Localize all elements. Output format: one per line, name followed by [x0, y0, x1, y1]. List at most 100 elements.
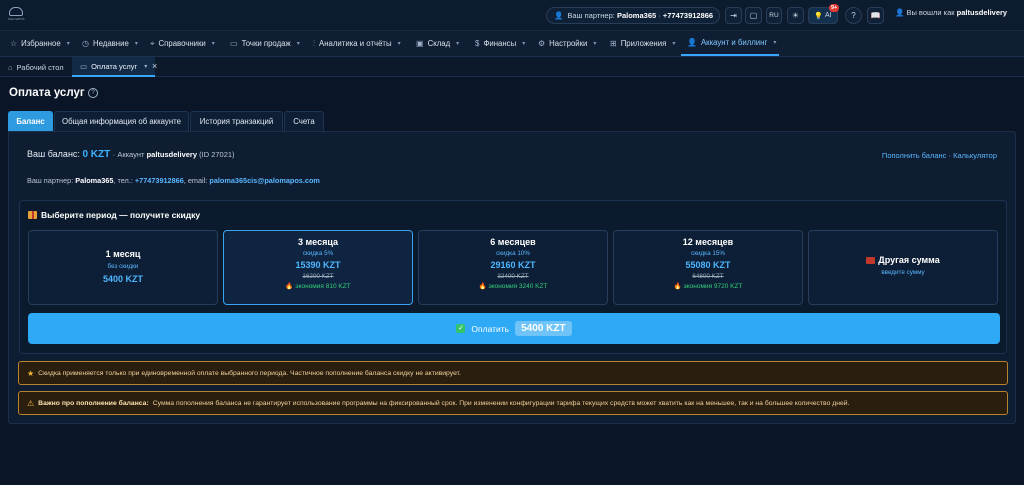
nav-item-warehouse[interactable]: ▣ Склад ▾ [416, 31, 459, 56]
discount-notice: ★ Скидка применяется только при единовре… [18, 361, 1008, 385]
phone-label: , тел.: [113, 176, 133, 185]
fire-icon: 🔥 [478, 283, 487, 290]
help-icon[interactable]: ? [845, 7, 862, 24]
partner-email-link[interactable]: paloma365cis@palomapos.com [209, 176, 320, 185]
chevron-down-icon[interactable]: ▾ [144, 63, 147, 70]
grid-icon: ⊞ [610, 39, 617, 48]
tab-account-info[interactable]: Общая информация об аккаунте [54, 111, 189, 131]
main-nav: ☆ Избранное ▾ ◷ Недавние ▾ ⌖ Справочники… [0, 31, 1024, 57]
important-text: Сумма пополнения баланса не гарантирует … [152, 399, 850, 407]
partner-info: Ваш партнер: Paloma365, тел.: +774739128… [27, 176, 320, 185]
pay-button[interactable]: ✓ Оплатить 5400 KZT [28, 313, 1000, 344]
pay-amount: 5400 KZT [515, 321, 572, 336]
nav-item-settings[interactable]: ⚙ Настройки ▾ [538, 31, 596, 56]
card-discount: без скидки [107, 263, 139, 270]
user-icon: 👤 [554, 11, 564, 20]
user-menu[interactable]: 👤 Вы вошли как paltusdelivery [895, 8, 1007, 17]
tab-transactions[interactable]: История транзакций [190, 111, 283, 131]
card-old-price: 16200 KZT [302, 273, 334, 280]
briefcase-icon [866, 257, 876, 264]
partner-phone: +77473912866 [662, 11, 714, 20]
nav-label: Справочники [158, 39, 206, 48]
card-title: 12 месяцев [682, 237, 734, 247]
partner-label: Ваш партнер: [27, 176, 74, 185]
check-icon: ✓ [456, 324, 466, 333]
close-icon[interactable]: × [152, 61, 157, 71]
period-card-12-months[interactable]: 12 месяцев скидка 15% 55080 KZT 64800 KZ… [613, 230, 803, 305]
partner-phone-link[interactable]: +77473912866 [135, 176, 184, 185]
partner-pill[interactable]: 👤 Ваш партнер: Paloma365 · +77473912866 [546, 7, 720, 24]
box-icon: ▣ [416, 39, 424, 48]
user-icon: 👤 [687, 38, 697, 47]
tab-label: История транзакций [199, 117, 274, 126]
discount-notice-text: Скидка применяется только при единовреме… [38, 369, 461, 377]
nav-label: Финансы [483, 39, 517, 48]
gear-icon: ⚙ [538, 39, 546, 48]
window-icon[interactable]: ▢ [745, 7, 762, 24]
nav-label: Избранное [21, 39, 61, 48]
period-card-3-months[interactable]: 3 месяца скидка 5% 15390 KZT 16200 KZT 🔥… [223, 230, 413, 305]
language-button[interactable]: RU [766, 7, 782, 24]
card-savings: экономия 3240 KZT [488, 283, 548, 290]
dollar-icon: $ [475, 39, 480, 48]
card-price: 5400 KZT [102, 274, 144, 284]
page-tabs: ⌂ Рабочий стол ▭ Оплата услуг ▾ × [0, 57, 1024, 77]
period-selector: Выберите период — получите скидку 1 меся… [19, 200, 1007, 354]
chevron-down-icon: ▾ [456, 41, 460, 47]
balance-panel: Ваш баланс: 0 KZT · Аккаунт paltusdelive… [8, 131, 1016, 424]
account-id: (ID 27021) [199, 150, 235, 159]
tab-payment[interactable]: ▭ Оплата услуг ▾ [72, 57, 156, 77]
nav-item-finance[interactable]: $ Финансы ▾ [475, 31, 525, 56]
nav-item-recent[interactable]: ◷ Недавние ▾ [82, 31, 138, 56]
theme-icon[interactable]: ☀ [787, 7, 804, 24]
card-discount: скидка 15% [691, 250, 725, 257]
card-savings: экономия 810 KZT [295, 283, 351, 290]
tab-label: Общая информация об аккаунте [62, 117, 181, 126]
card-old-price: 64800 KZT [692, 273, 724, 280]
clock-icon: ◷ [82, 39, 89, 48]
nav-label: Аналитика и отчёты [319, 39, 392, 48]
logo-text: PalomaPOS [8, 17, 25, 21]
period-card-6-months[interactable]: 6 месяцев скидка 10% 29160 KZT 32400 KZT… [418, 230, 608, 305]
card-price: 29160 KZT [490, 260, 536, 270]
pay-label: Оплатить [471, 323, 510, 334]
logo[interactable]: PalomaPOS [8, 6, 25, 24]
partner-name: Paloma365 [75, 176, 114, 185]
partner-name: Paloma365 [616, 11, 657, 20]
nav-item-analytics[interactable]: ⫶ Аналитика и отчёты ▾ [313, 31, 401, 56]
monitor-icon: ▭ [230, 39, 238, 48]
important-notice: ⚠ Важно про пополнение баланса: Сумма по… [18, 391, 1008, 415]
tab-label: Счета [293, 117, 315, 126]
chevron-down-icon: ▾ [66, 41, 70, 47]
nav-label: Склад [427, 39, 451, 48]
balance-value: 0 KZT [82, 149, 111, 160]
home-icon: ⌂ [8, 62, 13, 72]
warning-icon: ⚠ [27, 398, 35, 408]
bulb-icon: 💡 [814, 12, 824, 20]
nav-item-apps[interactable]: ⊞ Приложения ▾ [610, 31, 675, 56]
chevron-down-icon: ▾ [296, 41, 300, 47]
login-icon[interactable]: ⇥ [725, 7, 742, 24]
chevron-down-icon: ▾ [522, 41, 526, 47]
nav-item-favorites[interactable]: ☆ Избранное ▾ [10, 31, 70, 56]
topup-calculator-link[interactable]: Пополнить баланс · Калькулятор [882, 151, 997, 160]
nav-label: Приложения [620, 39, 667, 48]
card-price: 55080 KZT [685, 260, 731, 270]
period-title-text: Выберите период — получите скидку [41, 210, 201, 220]
card-price: 15390 KZT [295, 260, 341, 270]
cloud-logo-icon [9, 7, 23, 16]
nav-item-account-billing[interactable]: 👤 Аккаунт и биллинг ▾ [681, 31, 779, 56]
tab-desktop[interactable]: ⌂ Рабочий стол [8, 57, 64, 77]
question-icon[interactable]: ? [88, 88, 98, 98]
nav-item-points-of-sale[interactable]: ▭ Точки продаж ▾ [230, 31, 300, 56]
user-label: Вы вошли как [906, 8, 955, 17]
card-title: 6 месяцев [490, 237, 536, 247]
nav-item-directories[interactable]: ⌖ Справочники ▾ [150, 31, 215, 56]
tab-invoices[interactable]: Счета [284, 111, 324, 131]
card-title: 3 месяца [298, 237, 338, 247]
period-card-1-month[interactable]: 1 месяц без скидки 5400 KZT [28, 230, 218, 305]
nav-label: Настройки [549, 39, 588, 48]
book-icon[interactable]: 📖 [867, 7, 884, 24]
period-card-custom[interactable]: Другая сумма введите сумму [808, 230, 998, 305]
tab-balance[interactable]: Баланс [8, 111, 53, 131]
